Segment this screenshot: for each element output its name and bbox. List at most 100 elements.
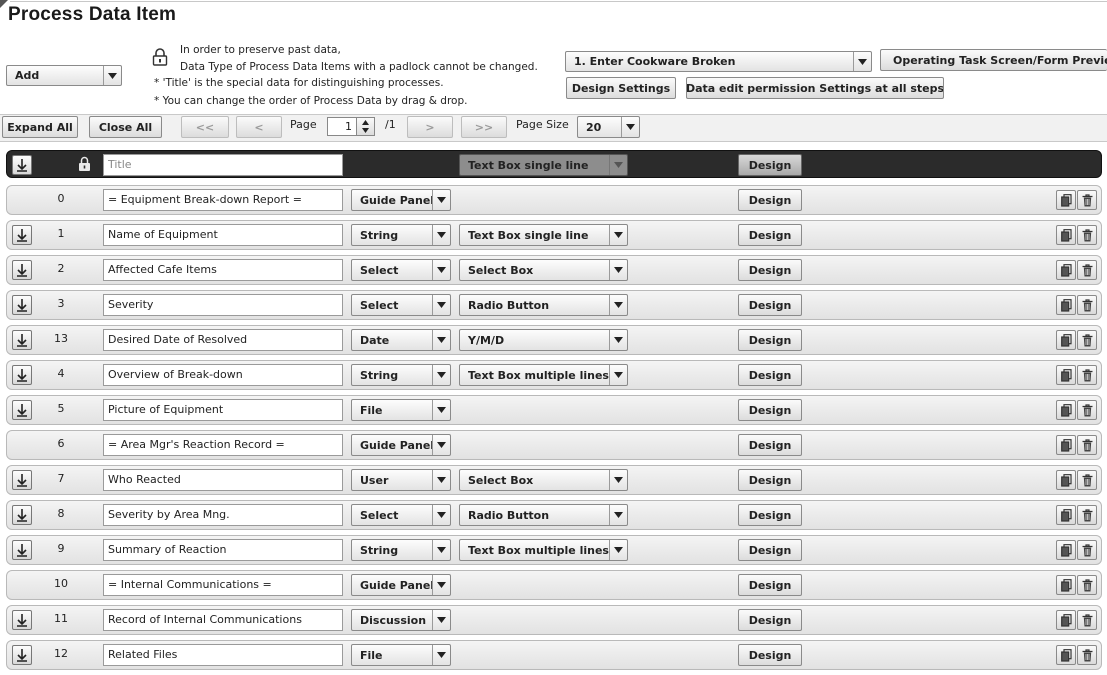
row-design-button[interactable]: Design — [738, 329, 802, 351]
row-type-select[interactable]: File — [351, 399, 451, 421]
copy-icon[interactable] — [1056, 225, 1076, 245]
copy-icon[interactable] — [1056, 400, 1076, 420]
row-name-field[interactable]: Picture of Equipment — [103, 399, 343, 421]
row-design-button[interactable]: Design — [738, 399, 802, 421]
trash-icon[interactable] — [1077, 645, 1097, 665]
copy-icon[interactable] — [1056, 365, 1076, 385]
row-name-field[interactable]: = Equipment Break-down Report = — [103, 189, 343, 211]
drag-handle-icon[interactable] — [12, 610, 32, 630]
page-number-input[interactable]: 1 — [327, 117, 357, 136]
copy-icon[interactable] — [1056, 435, 1076, 455]
copy-icon[interactable] — [1056, 330, 1076, 350]
trash-icon[interactable] — [1077, 610, 1097, 630]
row-design-button[interactable]: Design — [738, 644, 802, 666]
row-name-field[interactable]: Name of Equipment — [103, 224, 343, 246]
last-page-button[interactable]: >> — [461, 116, 507, 138]
copy-icon[interactable] — [1056, 610, 1076, 630]
drag-handle-icon[interactable] — [12, 225, 32, 245]
trash-icon[interactable] — [1077, 575, 1097, 595]
row-design-button[interactable]: Design — [738, 224, 802, 246]
expand-all-button[interactable]: Expand All — [2, 116, 78, 138]
row-type-select[interactable]: Select — [351, 294, 451, 316]
row-format-select[interactable]: Text Box multiple lines — [459, 539, 628, 561]
row-design-button[interactable]: Design — [738, 189, 802, 211]
copy-icon[interactable] — [1056, 295, 1076, 315]
trash-icon[interactable] — [1077, 470, 1097, 490]
edit-permission-settings-button[interactable]: Data edit permission Settings at all ste… — [686, 77, 944, 99]
drag-handle-icon[interactable] — [12, 540, 32, 560]
row-type-select[interactable]: Date — [351, 329, 451, 351]
drag-handle-icon[interactable] — [12, 470, 32, 490]
row-name-field[interactable]: Summary of Reaction — [103, 539, 343, 561]
row-type-select[interactable]: Guide Panel — [351, 574, 451, 596]
row-format-select[interactable]: Select Box — [459, 259, 628, 281]
row-format-select[interactable]: Text Box single line — [459, 224, 628, 246]
next-page-button[interactable]: > — [407, 116, 453, 138]
row-design-button[interactable]: Design — [738, 259, 802, 281]
drag-handle-icon[interactable] — [12, 365, 32, 385]
form-preview-button[interactable]: Operating Task Screen/Form Preview — [880, 49, 1107, 71]
page-size-select[interactable]: 20 — [577, 116, 640, 138]
row-type-select[interactable]: Select — [351, 504, 451, 526]
row-name-field[interactable]: Overview of Break-down — [103, 364, 343, 386]
row-format-select[interactable]: Radio Button — [459, 504, 628, 526]
row-format-select[interactable]: Radio Button — [459, 294, 628, 316]
copy-icon[interactable] — [1056, 575, 1076, 595]
row-name-field[interactable]: Record of Internal Communications — [103, 609, 343, 631]
row-format-select[interactable]: Text Box multiple lines — [459, 364, 628, 386]
row-type-select[interactable]: Guide Panel — [351, 189, 451, 211]
row-type-select[interactable]: Discussion — [351, 609, 451, 631]
title-name-field[interactable]: Title — [103, 154, 343, 176]
row-type-select[interactable]: String — [351, 224, 451, 246]
copy-icon[interactable] — [1056, 540, 1076, 560]
row-name-field[interactable]: Desired Date of Resolved — [103, 329, 343, 351]
row-type-select[interactable]: String — [351, 539, 451, 561]
close-all-button[interactable]: Close All — [89, 116, 162, 138]
row-design-button[interactable]: Design — [738, 434, 802, 456]
add-dropdown[interactable]: Add — [6, 65, 122, 86]
title-design-button[interactable]: Design — [738, 154, 802, 176]
drag-handle-icon[interactable] — [12, 400, 32, 420]
copy-icon[interactable] — [1056, 470, 1076, 490]
drag-handle-icon[interactable] — [12, 155, 32, 175]
row-format-select[interactable]: Y/M/D — [459, 329, 628, 351]
prev-page-button[interactable]: < — [236, 116, 282, 138]
drag-handle-icon[interactable] — [12, 505, 32, 525]
trash-icon[interactable] — [1077, 400, 1097, 420]
row-design-button[interactable]: Design — [738, 574, 802, 596]
row-name-field[interactable]: Who Reacted — [103, 469, 343, 491]
row-name-field[interactable]: Severity — [103, 294, 343, 316]
trash-icon[interactable] — [1077, 225, 1097, 245]
drag-handle-icon[interactable] — [12, 260, 32, 280]
page-spinner[interactable] — [357, 117, 375, 136]
trash-icon[interactable] — [1077, 505, 1097, 525]
row-type-select[interactable]: User — [351, 469, 451, 491]
row-design-button[interactable]: Design — [738, 364, 802, 386]
drag-handle-icon[interactable] — [12, 645, 32, 665]
row-design-button[interactable]: Design — [738, 294, 802, 316]
drag-handle-icon[interactable] — [12, 330, 32, 350]
row-format-select[interactable]: Select Box — [459, 469, 628, 491]
row-name-field[interactable]: Related Files — [103, 644, 343, 666]
row-name-field[interactable]: Affected Cafe Items — [103, 259, 343, 281]
step-select[interactable]: 1. Enter Cookware Broken — [565, 51, 872, 72]
trash-icon[interactable] — [1077, 260, 1097, 280]
row-type-select[interactable]: Guide Panel — [351, 434, 451, 456]
row-name-field[interactable]: = Internal Communications = — [103, 574, 343, 596]
row-design-button[interactable]: Design — [738, 504, 802, 526]
row-name-field[interactable]: = Area Mgr's Reaction Record = — [103, 434, 343, 456]
first-page-button[interactable]: << — [181, 116, 229, 138]
copy-icon[interactable] — [1056, 645, 1076, 665]
trash-icon[interactable] — [1077, 330, 1097, 350]
trash-icon[interactable] — [1077, 190, 1097, 210]
copy-icon[interactable] — [1056, 260, 1076, 280]
drag-handle-icon[interactable] — [12, 295, 32, 315]
row-design-button[interactable]: Design — [738, 609, 802, 631]
row-type-select[interactable]: String — [351, 364, 451, 386]
trash-icon[interactable] — [1077, 435, 1097, 455]
trash-icon[interactable] — [1077, 540, 1097, 560]
trash-icon[interactable] — [1077, 365, 1097, 385]
row-design-button[interactable]: Design — [738, 469, 802, 491]
design-settings-button[interactable]: Design Settings — [566, 77, 676, 99]
copy-icon[interactable] — [1056, 505, 1076, 525]
